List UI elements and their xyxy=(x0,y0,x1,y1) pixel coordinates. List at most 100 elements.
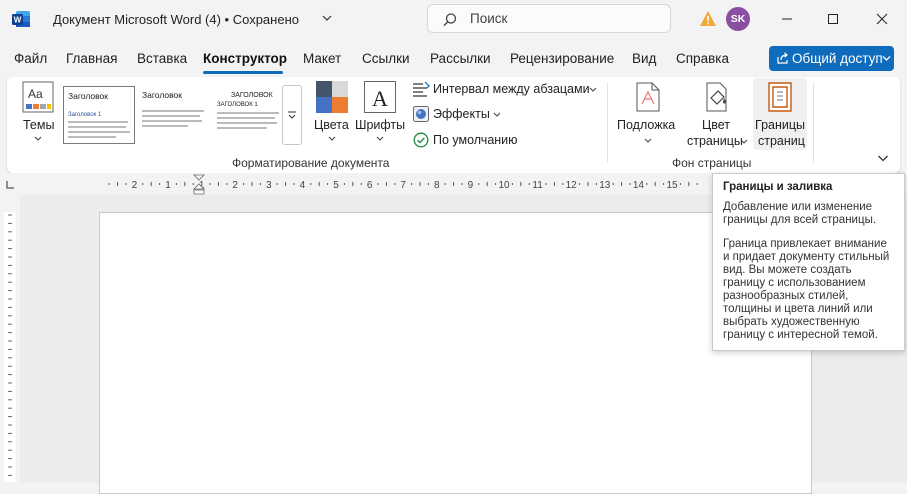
style-set-default[interactable]: Заголовок Заголовок 1 xyxy=(63,86,135,144)
set-as-default-button[interactable]: По умолчанию xyxy=(412,131,524,151)
minimize-icon[interactable] xyxy=(776,8,798,30)
page-color-label-1: Цвет xyxy=(702,118,731,132)
themes-icon: Aa xyxy=(22,81,54,113)
ruler-label: 9 xyxy=(468,180,474,191)
document-page[interactable] xyxy=(99,212,812,494)
close-icon[interactable] xyxy=(871,8,893,30)
svg-text:A: A xyxy=(372,86,388,111)
vertical-ruler-ticks xyxy=(4,212,16,482)
title-bar: W Документ Microsoft Word (4) • Сохранен… xyxy=(0,0,907,38)
vertical-ruler[interactable] xyxy=(0,195,20,482)
page-borders-label-2: страниц xyxy=(758,134,805,148)
svg-text:Aa: Aa xyxy=(28,87,43,101)
tab-mailings[interactable]: Рассылки xyxy=(430,51,491,66)
paragraph-spacing-icon xyxy=(413,81,430,97)
fonts-button[interactable]: A Шрифты xyxy=(354,80,406,146)
ruler-label: 3 xyxy=(266,180,272,191)
page-color-button[interactable]: Цвет страницы xyxy=(684,80,748,148)
svg-text:W: W xyxy=(14,16,22,25)
themes-label: Темы xyxy=(23,118,55,132)
search-icon xyxy=(443,13,457,27)
colors-button[interactable]: Цвета xyxy=(310,80,354,146)
set-as-default-label: По умолчанию xyxy=(433,133,518,147)
active-tab-indicator xyxy=(203,71,283,74)
fonts-icon: A xyxy=(364,81,396,113)
watermark-button[interactable]: Подложка xyxy=(615,80,679,148)
chevron-down-icon xyxy=(493,112,501,117)
document-title[interactable]: Документ Microsoft Word (4) • Сохранено xyxy=(53,12,299,27)
style-set-basic[interactable]: Заголовок xyxy=(138,86,210,144)
effects-label: Эффекты xyxy=(433,107,490,121)
style-set-caps[interactable]: ЗАГОЛОВОК ЗАГОЛОВОК 1 xyxy=(213,86,285,144)
group-label-document-formatting: Форматирование документа xyxy=(232,156,390,170)
page-borders-button[interactable]: Границы страниц xyxy=(753,78,807,150)
watermark-icon xyxy=(636,82,660,112)
page-borders-tooltip: Границы и заливка Добавление или изменен… xyxy=(712,173,905,351)
paragraph-spacing-label: Интервал между абзацами xyxy=(433,82,590,96)
tooltip-details: Граница привлекает внимание и придает до… xyxy=(723,238,890,341)
tab-view[interactable]: Вид xyxy=(632,51,656,66)
user-avatar[interactable]: SK xyxy=(726,7,750,31)
ruler-label: 13 xyxy=(599,180,611,191)
chevron-down-icon xyxy=(376,136,384,141)
ruler-label: 1 xyxy=(165,180,171,191)
maximize-icon[interactable] xyxy=(822,8,844,30)
share-button[interactable]: Общий доступ xyxy=(769,46,894,71)
watermark-label: Подложка xyxy=(617,118,676,132)
effects-button[interactable]: Эффекты xyxy=(412,105,502,125)
tab-references[interactable]: Ссылки xyxy=(362,51,410,66)
colors-icon xyxy=(316,81,348,113)
ruler-label: 8 xyxy=(434,180,440,191)
chevron-down-icon xyxy=(328,136,336,141)
tooltip-title: Границы и заливка xyxy=(723,181,833,193)
ruler-label: 4 xyxy=(300,180,306,191)
chevron-down-icon xyxy=(740,139,748,144)
word-logo-icon: W xyxy=(12,11,30,27)
share-label: Общий доступ xyxy=(792,51,883,66)
group-label-page-background: Фон страницы xyxy=(672,156,752,170)
page-color-icon xyxy=(706,82,727,112)
page-color-label-2: страницы xyxy=(687,134,743,148)
ruler-label: 10 xyxy=(498,180,510,191)
tab-home[interactable]: Главная xyxy=(66,51,117,66)
ruler-label: 6 xyxy=(367,180,373,191)
chevron-down-icon[interactable] xyxy=(882,55,891,62)
tab-layout[interactable]: Макет xyxy=(303,51,341,66)
search-placeholder: Поиск xyxy=(470,11,508,26)
gallery-expand-icon xyxy=(288,111,296,119)
chevron-down-icon xyxy=(644,138,652,143)
ruler-label: 7 xyxy=(400,180,406,191)
page-borders-icon xyxy=(768,82,792,112)
effects-icon xyxy=(413,106,429,122)
tab-insert[interactable]: Вставка xyxy=(137,51,187,66)
tab-file[interactable]: Файл xyxy=(14,51,47,66)
style-gallery-more[interactable] xyxy=(282,85,302,145)
ruler-label: 12 xyxy=(566,180,578,191)
colors-label: Цвета xyxy=(314,118,349,132)
page-borders-label-1: Границы xyxy=(755,118,805,132)
warning-icon[interactable] xyxy=(699,10,717,27)
chevron-down-icon xyxy=(589,87,597,92)
ribbon-collapse-chevron-icon[interactable] xyxy=(877,154,889,163)
ruler-label: 11 xyxy=(532,180,543,191)
paragraph-spacing-button[interactable]: Интервал между абзацами xyxy=(412,80,602,100)
themes-button[interactable]: Aa Темы xyxy=(17,80,59,146)
ruler-label: 15 xyxy=(666,180,678,191)
fonts-label: Шрифты xyxy=(355,118,406,132)
chevron-down-icon[interactable] xyxy=(320,11,334,25)
tab-help[interactable]: Справка xyxy=(676,51,729,66)
search-box[interactable]: Поиск xyxy=(427,4,671,33)
tooltip-description: Добавление или изменение границы для все… xyxy=(723,201,877,226)
tab-design[interactable]: Конструктор xyxy=(203,51,287,66)
checkmark-circle-icon xyxy=(413,132,429,148)
tab-review[interactable]: Рецензирование xyxy=(510,51,614,66)
ruler-label: 14 xyxy=(633,180,645,191)
ribbon-separator xyxy=(813,83,814,163)
ruler-label: 2 xyxy=(232,180,238,191)
ruler-label: 5 xyxy=(333,180,339,191)
ruler-label: 2 xyxy=(132,180,138,191)
ribbon-separator xyxy=(607,83,608,163)
ribbon-panel: Aa Темы Заголовок Заголовок 1 Заголовок … xyxy=(7,77,900,173)
chevron-down-icon xyxy=(34,136,42,141)
share-icon xyxy=(777,52,788,64)
